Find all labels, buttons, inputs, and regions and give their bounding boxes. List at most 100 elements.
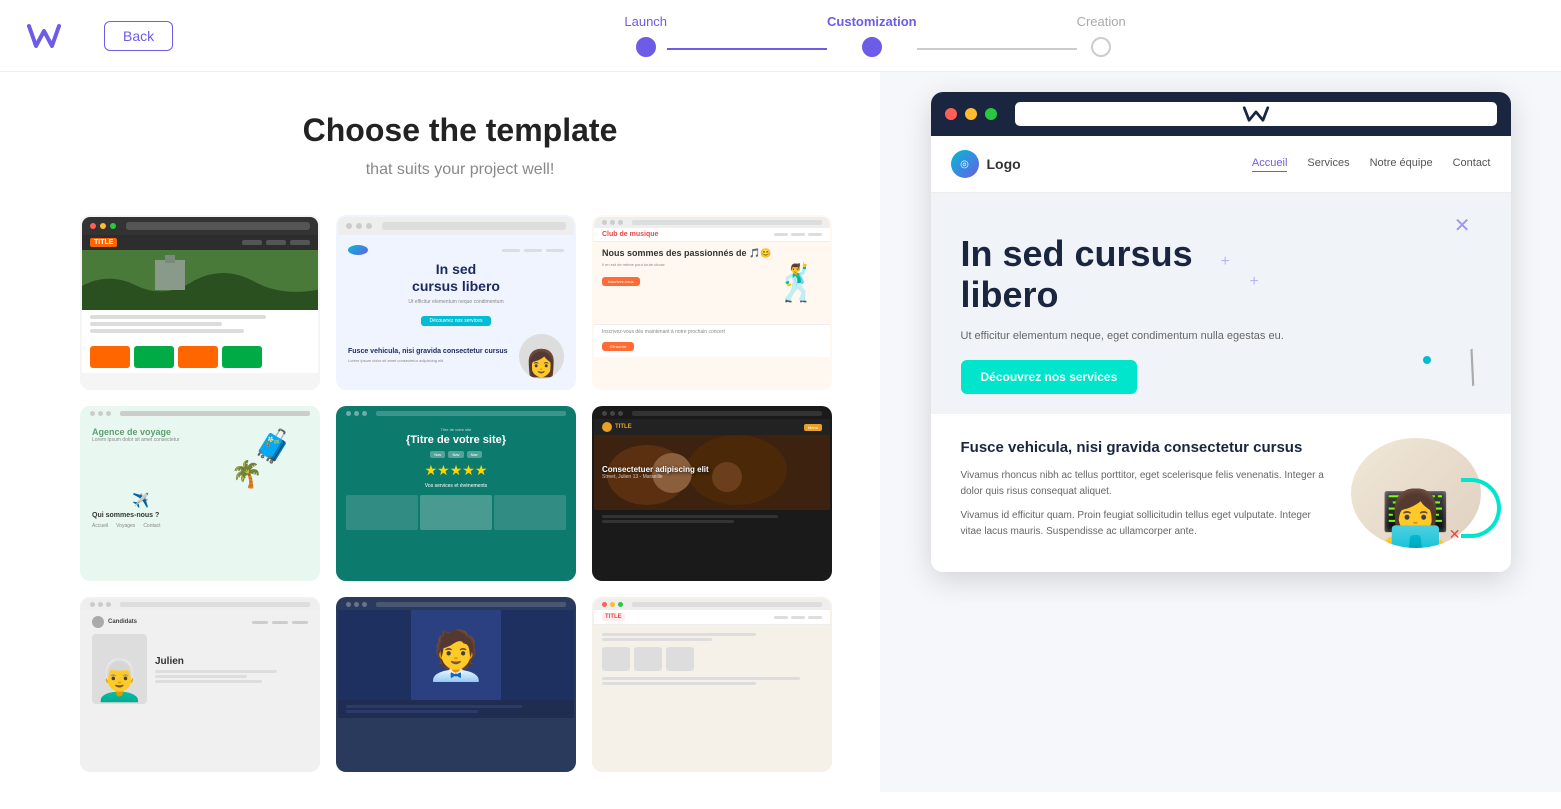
url-bar-6 [632,411,822,416]
site-hero: ✕ + + In sed cursus libero Ut efficitur … [931,193,1511,414]
template-card-6[interactable]: TITLE Menu Consectetuer adipiscing elit [592,406,832,581]
t9-icon3 [666,647,694,671]
preview-dot-green [985,108,997,120]
t2-subtext: Ut efficitur elementum neque condimentum [348,299,564,305]
t6-logo-icon [602,422,612,432]
dot-2-2 [356,223,362,229]
t1-nav-items [242,240,310,245]
site-hero-deco-plus2: + [1250,273,1259,291]
progress-stepper: Launch Customization Creation [213,14,1537,57]
site-person-icon: 👩‍💻 [1381,492,1451,548]
site-lower-img-area: 👩‍💻 ✕ [1351,438,1481,548]
template-card-1[interactable]: TITLE [80,215,320,390]
dot-green-1 [110,223,116,229]
template-card-9[interactable]: TITLE [592,597,832,772]
t9-ni [791,616,805,619]
dot-g-9 [618,602,623,607]
t7-content: Candidats 👨‍🦳 [82,610,318,710]
template-card-7[interactable]: Candidats 👨‍🦳 [80,597,320,772]
dancing-person-icon: 🕺 [775,262,820,304]
t7-logo-circle [92,616,104,628]
t3-body: Nous sommes des passionnés de 🎵😊 Il en e… [594,242,830,324]
dot-r-9 [602,602,607,607]
t9-line2 [602,638,712,641]
dot-red-1 [90,223,96,229]
t9-icon1 [602,647,630,671]
template-card-4[interactable]: Agence de voyage Lorem ipsum dolor sit a… [80,406,320,581]
dot-g-6 [618,411,623,416]
step-customization-circle [862,37,882,57]
t6-hero-sub: Street, Julien 13 - Marseille [602,474,709,480]
site-hero-cta-button[interactable]: Découvrez nos services [961,360,1138,394]
t6-badge: Menu [804,424,822,431]
t6-bar [594,408,830,419]
t9-ni [774,616,788,619]
back-button[interactable]: Back [104,21,173,51]
dot-g-3 [618,220,623,225]
dot-y-9 [610,602,615,607]
t7-dots [90,602,111,607]
url-bar-1 [126,222,310,230]
site-hero-subtext: Ut efficitur elementum neque, eget condi… [961,328,1311,345]
t1-nav-item [242,240,262,245]
site-nav-equipe: Notre équipe [1370,157,1433,172]
panel-subtitle: that suits your project well! [80,161,840,179]
template-card-5[interactable]: Titre de votre site {Titre de votre site… [336,406,576,581]
t4-nav-item: Accueil [92,523,108,529]
template-card-2[interactable]: In sedcursus libero Ut efficitur element… [336,215,576,390]
t7-ni [252,621,268,624]
t6-logo-area: TITLE [602,422,632,432]
site-lower-para2: Vivamus id efficitur quam. Proin feugiat… [961,508,1327,540]
t9-s1 [602,677,800,680]
site-nav: ◎ Logo Accueil Services Notre équipe Con… [931,136,1511,193]
t2-lower-title: Fusce vehicula, nisi gravida consectetur… [348,348,513,355]
template-card-8[interactable]: 🧑‍💼 [336,597,576,772]
t8-line1 [346,705,522,708]
t6-header: TITLE Menu [594,419,830,435]
t9-s2 [602,682,756,685]
t7-logo-text: Candidats [108,619,137,625]
dot-r-4 [90,411,95,416]
t5-pre-title: Titre de votre site [346,427,566,432]
main-content: Choose the template that suits your proj… [0,72,1561,792]
t7-body: 👨‍🦳 Julien [92,634,308,704]
t5-nav-item: Nav [448,451,463,458]
preview-browser-bar [931,92,1511,136]
template-panel: Choose the template that suits your proj… [0,72,880,792]
step-line-2 [917,48,1077,50]
t3-nav-items [774,233,822,236]
preview-content: ◎ Logo Accueil Services Notre équipe Con… [931,136,1511,572]
step-launch-label: Launch [624,14,667,29]
t7-ni [272,621,288,624]
t2-nav-item [546,249,564,252]
t5-nav-item: Nav [430,451,445,458]
t2-nav-item [502,249,520,252]
logo-icon [24,16,64,56]
teal-wave-icon [1461,478,1501,538]
t3-heading: Nous sommes des passionnés de 🎵😊 [602,248,772,259]
step-creation-label: Creation [1077,14,1126,29]
t7-line1 [155,670,277,673]
t1-text-block [82,310,318,341]
t3-ni [791,233,805,236]
t2-nav-item [524,249,542,252]
site-hero-deco-circle [1423,356,1431,364]
site-lower-deco-x: ✕ [1449,526,1461,543]
t2-nav-items [502,249,564,252]
t1-nav-item [266,240,286,245]
t5-bar [338,408,574,419]
t9-icon2 [634,647,662,671]
t5-subtext: Vos services et événements [346,483,566,489]
t7-nav-items [252,621,308,624]
t2-btn: Découvrez nos services [421,316,490,326]
t5-stars: ★★★★★ [346,462,566,479]
template-card-3[interactable]: Club de musique Nous sommes des passionn… [592,215,832,390]
dot-g-4 [106,411,111,416]
t6-text-line2 [602,520,734,523]
site-lower-text: Fusce vehicula, nisi gravida consectetur… [961,438,1327,548]
dot-r-7 [90,602,95,607]
url-bar-8 [376,602,566,607]
dot-3-2 [366,223,372,229]
url-bar-5 [376,411,566,416]
t6-dots [602,411,623,416]
